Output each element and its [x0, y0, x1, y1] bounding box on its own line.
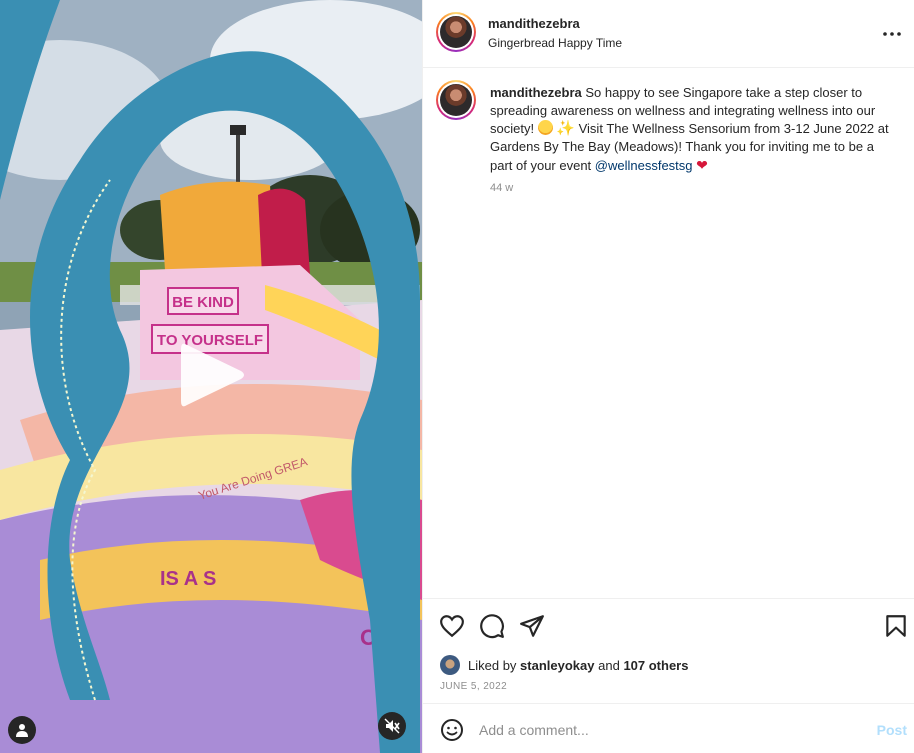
play-button[interactable]	[181, 341, 245, 409]
play-icon	[181, 343, 244, 407]
paper-plane-icon	[520, 615, 544, 637]
share-button[interactable]	[519, 613, 545, 639]
header-location[interactable]: Gingerbread Happy Time	[488, 36, 622, 50]
caption-avatar[interactable]	[436, 80, 476, 120]
user-icon	[16, 724, 28, 737]
bookmark-icon	[886, 615, 906, 637]
smiley-icon	[441, 719, 463, 741]
header-username[interactable]: mandithezebra	[488, 16, 580, 31]
caption-username[interactable]: mandithezebra	[490, 85, 582, 100]
liker-avatar[interactable]	[440, 655, 460, 675]
save-button[interactable]	[883, 613, 909, 639]
caption-area: mandithezebra So happy to see Singapore …	[423, 68, 914, 598]
sign-line1: BE KIND	[172, 294, 234, 311]
post-media[interactable]: BE KIND TO YOURSELF You Are Doing GREA I…	[0, 0, 422, 753]
like-button[interactable]	[439, 613, 465, 639]
likes-others-link[interactable]: 107 others	[623, 658, 688, 673]
floor-text: IS A S	[160, 568, 216, 590]
post-date[interactable]: JUNE 5, 2022	[440, 681, 507, 692]
post-details-panel: mandithezebra Gingerbread Happy Time man…	[422, 0, 914, 753]
likes-summary: Liked by stanleyokay and 107 others	[440, 655, 688, 675]
caption-mention[interactable]: @wellnessfestsg	[595, 158, 693, 173]
tagged-users-button[interactable]	[8, 716, 36, 744]
comment-bar: Post	[423, 703, 914, 753]
sparkles-emoji-icon: ✨	[556, 120, 575, 137]
caption-time[interactable]: 44 w	[490, 182, 513, 194]
action-bar: Liked by stanleyokay and 107 others JUNE…	[423, 598, 914, 703]
red-heart-emoji-icon: ❤	[696, 157, 708, 173]
comment-input[interactable]	[479, 719, 849, 741]
post-comment-button[interactable]: Post	[877, 722, 907, 738]
likes-prefix: Liked by	[468, 657, 517, 673]
more-options-button[interactable]	[880, 22, 904, 46]
muted-speaker-icon	[384, 718, 400, 734]
post-header: mandithezebra Gingerbread Happy Time	[423, 0, 914, 68]
likes-connector: and	[598, 657, 620, 673]
heart-eyes-emoji-icon	[537, 120, 553, 135]
avatar[interactable]	[436, 12, 476, 52]
comment-button[interactable]	[479, 613, 505, 639]
first-liker-link[interactable]: stanleyokay	[520, 658, 594, 673]
heart-icon	[440, 615, 464, 638]
caption-text: mandithezebra So happy to see Singapore …	[490, 84, 898, 175]
more-dots-icon	[883, 32, 901, 36]
comment-icon	[480, 614, 504, 639]
mute-toggle-button[interactable]	[378, 712, 406, 740]
emoji-picker-button[interactable]	[440, 718, 464, 742]
